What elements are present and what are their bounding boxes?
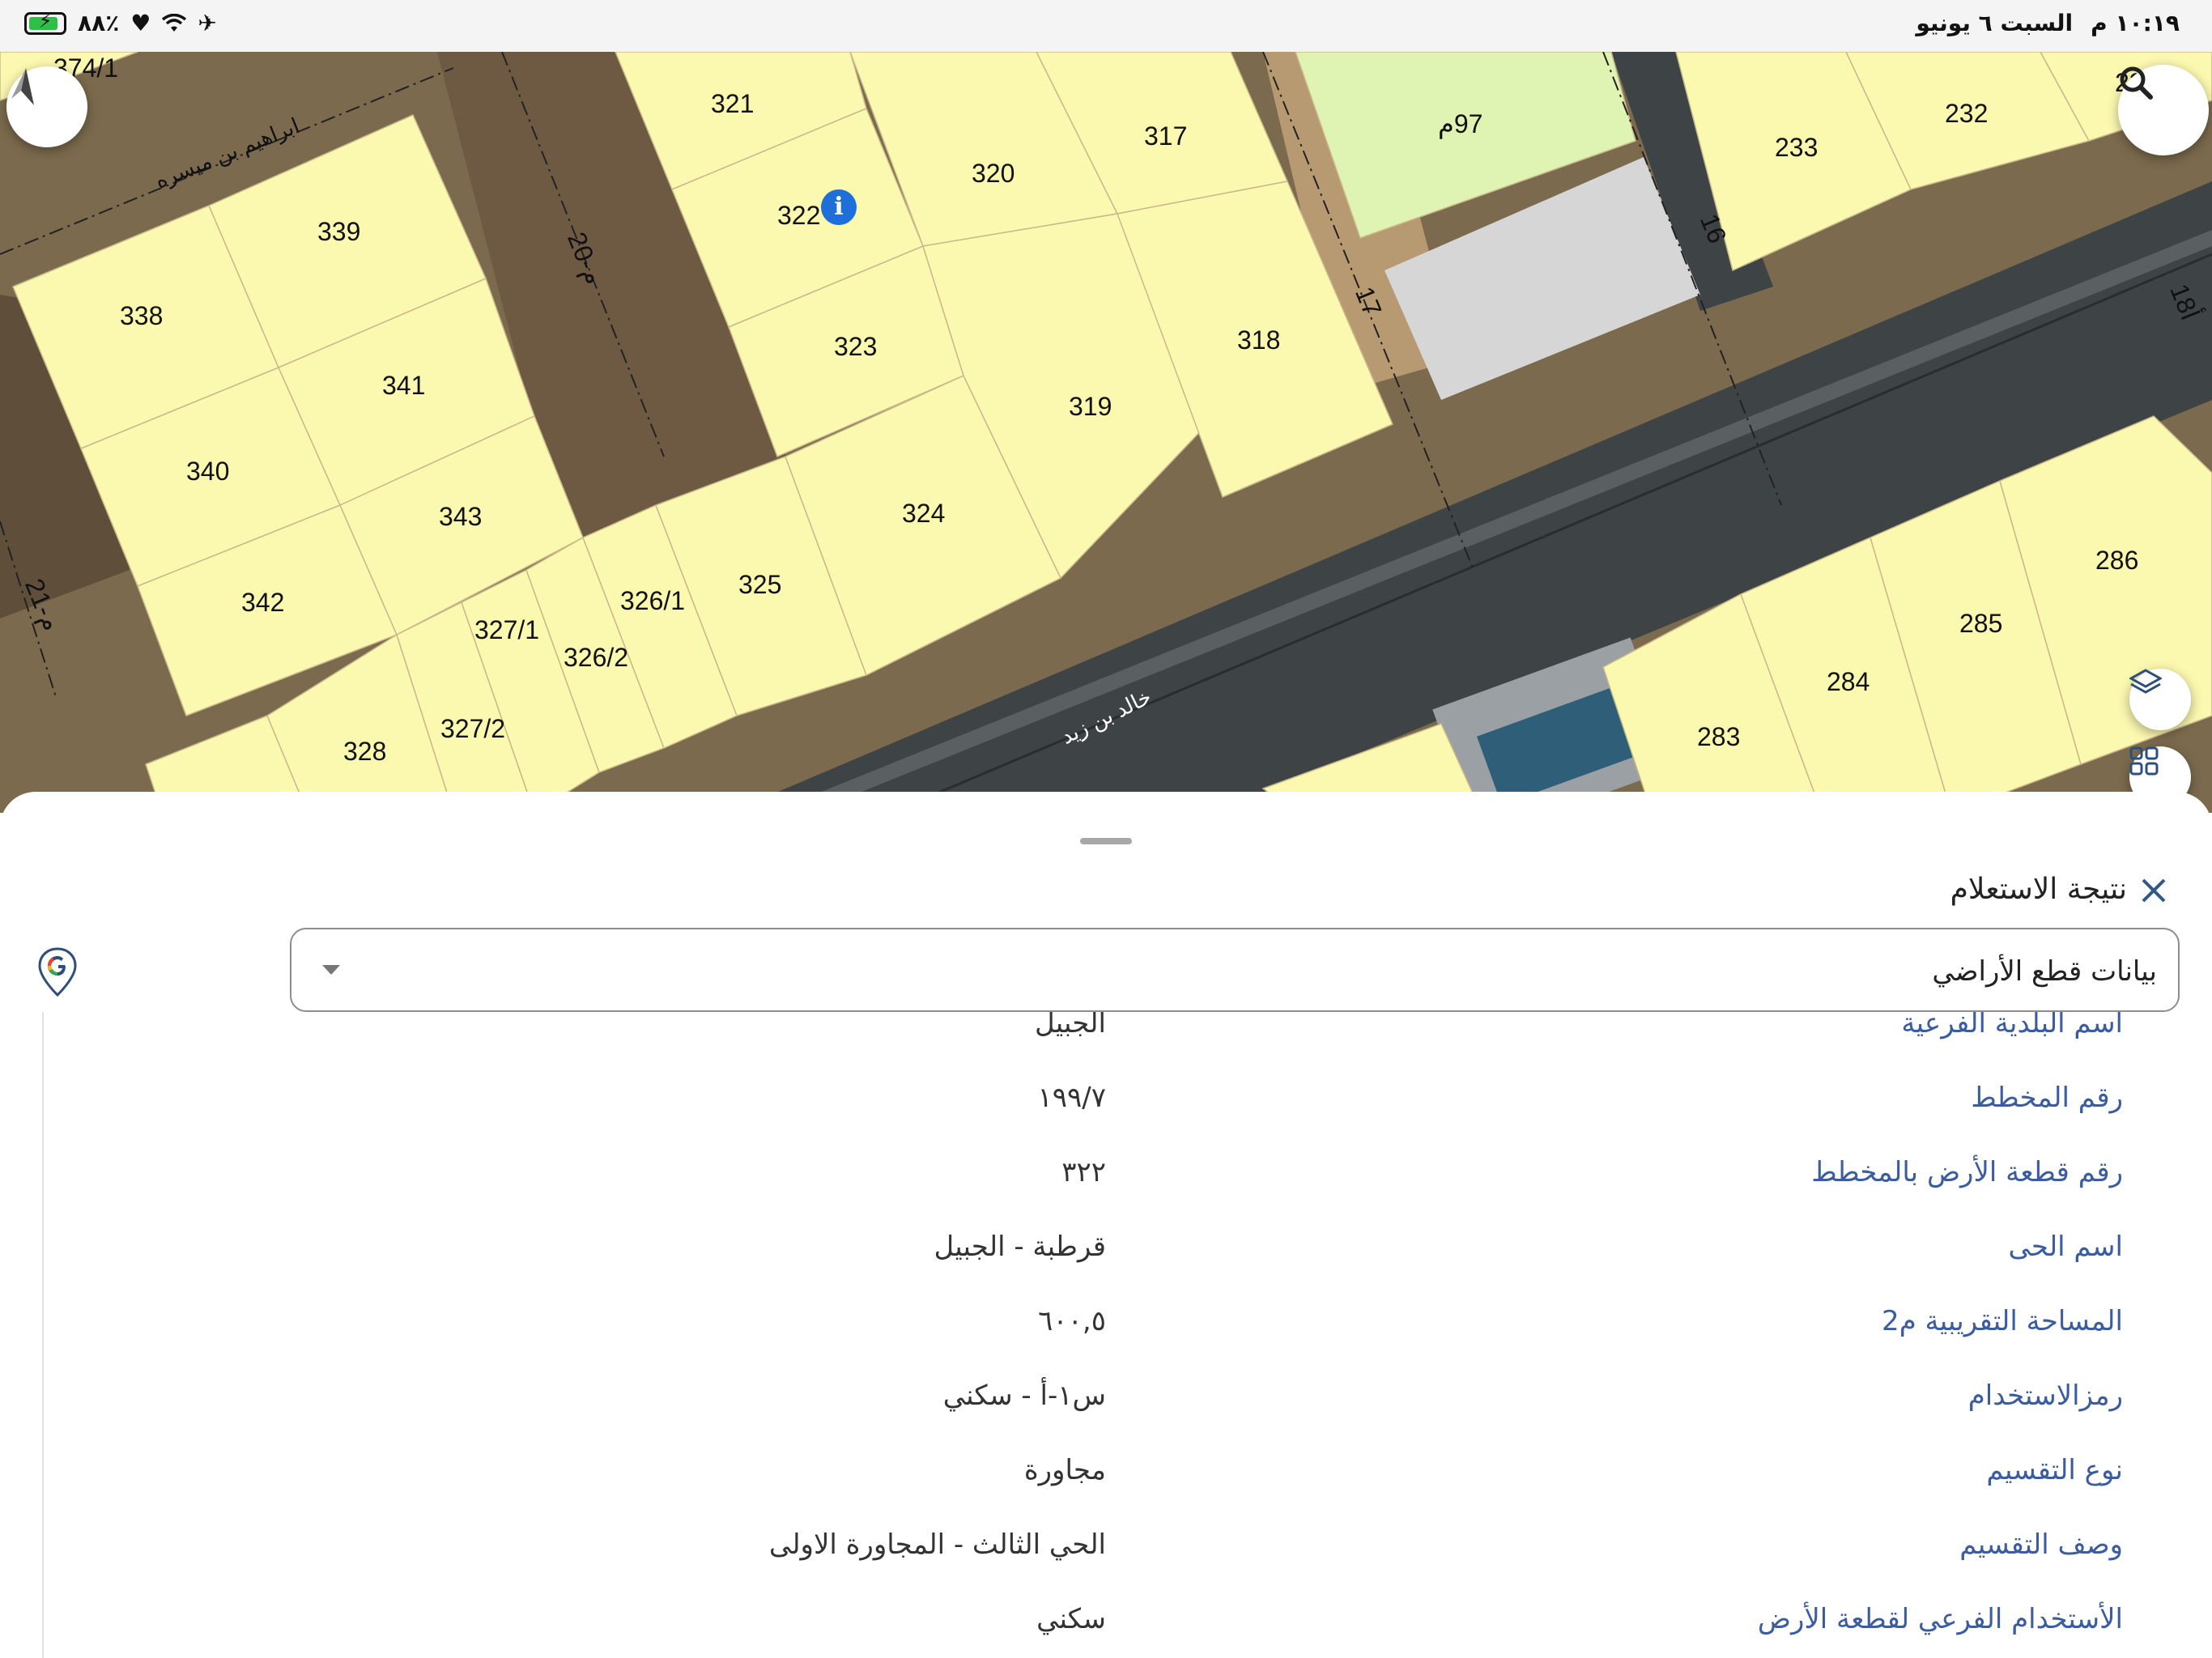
charging-icon: ⚡	[38, 9, 53, 32]
road-label: 17	[1349, 283, 1388, 321]
map-view[interactable]: 321 322 320 317 323 319 318 324 325 326/…	[0, 52, 2212, 813]
parcel-label[interactable]: 323	[834, 332, 877, 362]
attribute-row: اسم الحى قرطبة - الجبيل	[44, 1214, 2170, 1287]
attribute-label: اسم البلدية الفرعية	[1901, 1012, 2123, 1039]
road-label: 18أ	[2164, 279, 2206, 325]
parcel-label[interactable]: 320	[972, 159, 1015, 189]
parcel-label[interactable]: 319	[1069, 392, 1112, 422]
road-label: 20-م	[561, 227, 610, 289]
compass-icon	[11, 68, 34, 105]
parcel-label[interactable]: 342	[241, 588, 284, 618]
parcel-label[interactable]: 339	[317, 217, 360, 247]
layer-dropdown-value: بيانات قطع الأراضي	[1932, 955, 2157, 988]
parcel-label[interactable]: 233	[1775, 133, 1818, 163]
attribute-list[interactable]: اسم البلدية الفرعية الجبيل رقم المخطط ١٩…	[42, 1012, 2170, 1658]
parcel-labels: 321 322 320 317 323 319 318 324 325 326/…	[0, 52, 2212, 813]
parcel-label[interactable]: 285	[1959, 609, 2002, 639]
attribute-value: ٦٠٠,٥	[1038, 1305, 1106, 1337]
road-label: 16	[1694, 210, 1733, 248]
status-date: السبت ٦ يونيو	[1916, 10, 2074, 36]
attribute-label: وصف التقسيم	[1959, 1528, 2123, 1561]
grid-icon	[2129, 746, 2159, 776]
parcel-label[interactable]: 232	[1945, 99, 1988, 129]
parcel-label[interactable]: 327/2	[440, 714, 505, 744]
attribute-row: الأستخدام الفرعي لقطعة الأرض سكني	[44, 1587, 2170, 1658]
attribute-value: قرطبة - الجبيل	[934, 1231, 1106, 1263]
parcel-label[interactable]: 97م	[1438, 108, 1482, 139]
info-marker-icon[interactable]: i	[821, 189, 857, 225]
layers-icon	[2129, 669, 2162, 694]
attribute-row: رقم المخطط ١٩٩/٧	[44, 1065, 2170, 1138]
status-icons: ⚡ ٨٨٪ ♥ ✈	[24, 10, 217, 36]
attribute-row: رمزالاستخدام س١-أ - سكني	[44, 1363, 2170, 1436]
attribute-label: رمزالاستخدام	[1967, 1380, 2123, 1412]
attribute-value: ١٩٩/٧	[1037, 1082, 1106, 1114]
parcel-label[interactable]: 321	[711, 89, 754, 119]
parcel-label[interactable]: 324	[902, 499, 945, 529]
close-button[interactable]	[2134, 871, 2173, 910]
layers-button[interactable]	[2129, 669, 2191, 730]
attribute-row: اسم البلدية الفرعية الجبيل	[44, 1012, 2170, 1064]
street-label: خالد بن زيد	[1057, 684, 1155, 749]
attribute-label: اسم الحى	[2008, 1231, 2123, 1263]
parcel-label[interactable]: 325	[738, 570, 781, 600]
parcel-label[interactable]: 283	[1697, 722, 1740, 752]
street-label: ابراهيم بن ميسره	[151, 113, 303, 193]
battery-icon: ⚡	[24, 9, 66, 35]
google-maps-pin-icon[interactable]	[37, 947, 78, 997]
airplane-icon: ✈	[198, 10, 217, 36]
search-button[interactable]	[2118, 65, 2209, 155]
app-root: ⚡ ٨٨٪ ♥ ✈ ١٠:١٩ م السبت ٦ يونيو 321 322 …	[0, 0, 2212, 1658]
parcel-label[interactable]: 327/1	[474, 615, 539, 645]
chevron-down-icon	[322, 965, 340, 975]
query-result-sheet: نتيجة الاستعلام بيانات قطع الأراضي اسم ا…	[0, 792, 2212, 1658]
parcel-label[interactable]: 340	[186, 457, 229, 487]
attribute-value: س١-أ - سكني	[942, 1380, 1106, 1412]
sheet-drag-handle[interactable]	[1080, 838, 1132, 844]
compass-button[interactable]	[6, 66, 87, 147]
status-datetime: ١٠:١٩ م السبت ٦ يونيو	[1916, 10, 2180, 36]
search-icon	[2120, 66, 2153, 100]
attribute-row: المساحة التقريبية م2 ٦٠٠,٥	[44, 1289, 2170, 1362]
attribute-value: مجاورة	[1023, 1454, 1106, 1486]
attribute-label: الأستخدام الفرعي لقطعة الأرض	[1757, 1603, 2123, 1635]
road-label: 21-م	[19, 574, 67, 636]
status-bar: ⚡ ٨٨٪ ♥ ✈ ١٠:١٩ م السبت ٦ يونيو	[0, 0, 2212, 52]
parcel-label[interactable]: 322	[777, 201, 820, 231]
wifi-icon	[162, 13, 187, 32]
parcel-label[interactable]: 317	[1144, 121, 1187, 151]
status-time: ١٠:١٩ م	[2091, 10, 2180, 36]
attribute-value: الحي الثالث - المجاورة الاولى	[768, 1528, 1106, 1561]
attribute-label: المساحة التقريبية م2	[1882, 1305, 2123, 1337]
close-icon	[2142, 878, 2166, 903]
parcel-label[interactable]: 338	[120, 301, 163, 331]
attribute-label: رقم المخطط	[1971, 1082, 2123, 1114]
attribute-row: رقم قطعة الأرض بالمخطط ٣٢٢	[44, 1140, 2170, 1213]
attribute-value: الجبيل	[1034, 1012, 1106, 1039]
heart-icon: ♥	[130, 10, 151, 36]
parcel-label[interactable]: 326/2	[564, 643, 628, 673]
parcel-label[interactable]: 284	[1827, 667, 1870, 697]
sheet-title: نتيجة الاستعلام	[1950, 873, 2127, 906]
attribute-label: رقم قطعة الأرض بالمخطط	[1811, 1156, 2123, 1188]
attribute-row: وصف التقسيم الحي الثالث - المجاورة الاول…	[44, 1512, 2170, 1585]
attribute-value: سكني	[1036, 1603, 1106, 1635]
attribute-row: نوع التقسيم مجاورة	[44, 1438, 2170, 1511]
parcel-label[interactable]: 328	[343, 737, 386, 767]
battery-percent: ٨٨٪	[78, 10, 120, 36]
parcel-label[interactable]: 326/1	[620, 586, 685, 616]
parcel-label[interactable]: 286	[2095, 546, 2138, 576]
parcel-label[interactable]: 343	[439, 502, 482, 532]
layer-dropdown[interactable]: بيانات قطع الأراضي	[290, 928, 2180, 1012]
attribute-value: ٣٢٢	[1061, 1156, 1106, 1188]
parcel-label[interactable]: 318	[1237, 325, 1280, 355]
parcel-label[interactable]: 341	[382, 371, 425, 401]
attribute-label: نوع التقسيم	[1986, 1454, 2123, 1486]
